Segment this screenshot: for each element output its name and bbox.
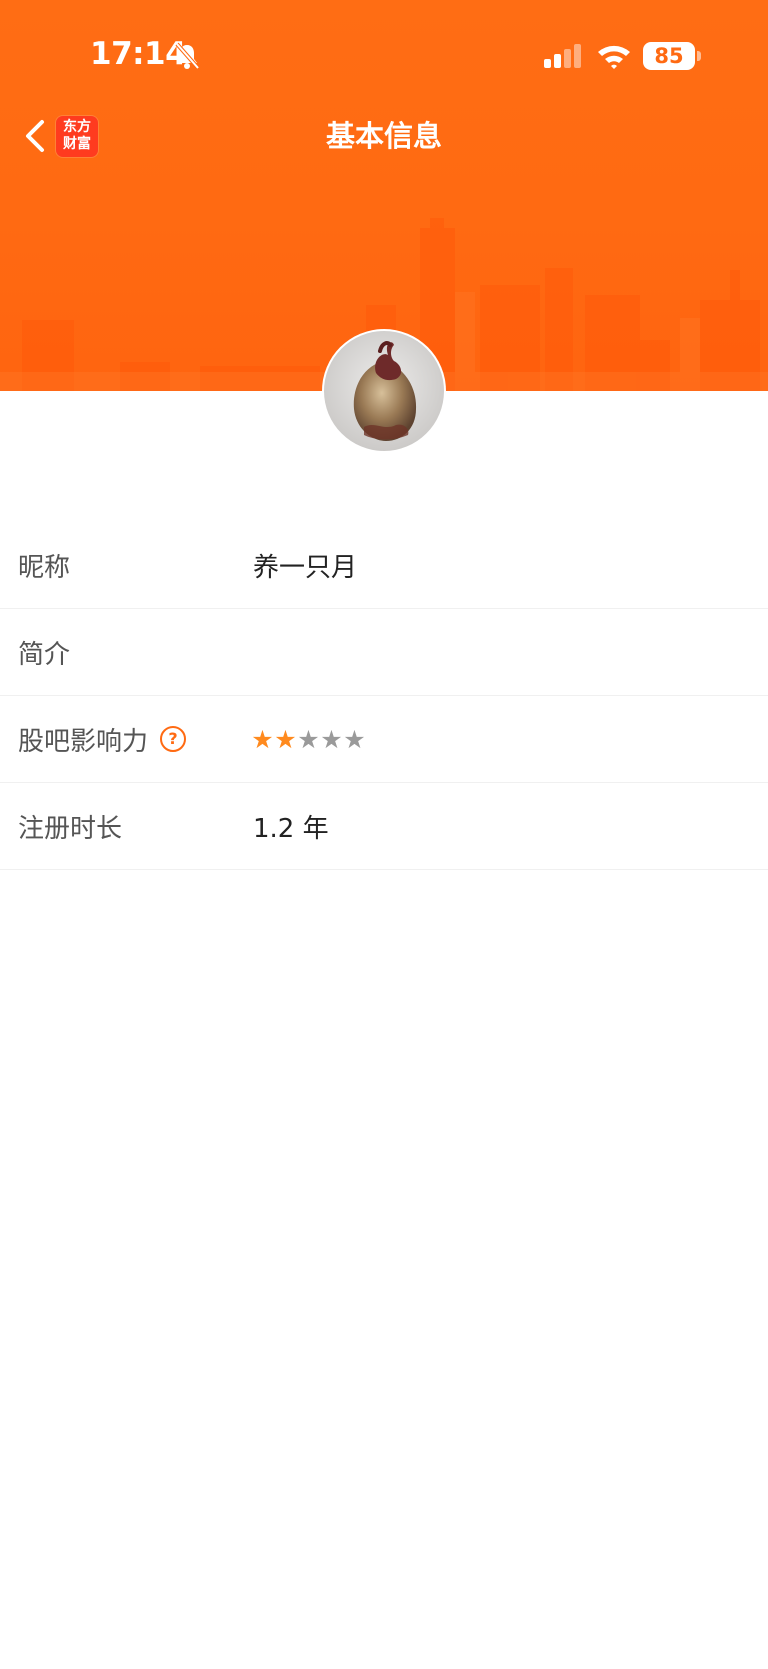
status-time: 17:14 (90, 36, 187, 72)
battery-tip (697, 51, 701, 61)
avatar[interactable] (322, 329, 446, 453)
profile-info-list: 昵称 养一只月 简介 股吧影响力 ? ★ ★ ★ ★ ★ 注册时长 1.2 年 (0, 522, 768, 870)
profile-info-screen: 17:14 85 东方 财富 基本信息 昵称 养一只月 简介 股吧影响力 ? ★… (0, 0, 768, 1669)
battery-indicator: 85 (643, 42, 695, 70)
info-row-bio[interactable]: 简介 (0, 609, 768, 696)
info-row-influence: 股吧影响力 ? ★ ★ ★ ★ ★ (0, 696, 768, 783)
cellular-signal-icon (544, 44, 581, 68)
nickname-value: 养一只月 (253, 552, 358, 583)
bell-muted-icon (175, 42, 200, 70)
registration-value: 1.2 年 (253, 813, 329, 844)
star-empty-icon: ★ (297, 724, 320, 754)
help-icon[interactable]: ? (160, 726, 187, 752)
star-empty-icon: ★ (343, 724, 366, 754)
influence-rating: ★ ★ ★ ★ ★ (251, 727, 366, 752)
star-filled-icon: ★ (251, 724, 274, 754)
info-row-nickname[interactable]: 昵称 养一只月 (0, 522, 768, 609)
info-row-registration: 注册时长 1.2 年 (0, 783, 768, 870)
bio-label: 简介 (18, 639, 71, 670)
influence-label: 股吧影响力 (18, 726, 149, 757)
star-empty-icon: ★ (320, 724, 343, 754)
influence-label-wrap: 股吧影响力 ? (18, 721, 187, 758)
nickname-label: 昵称 (18, 552, 71, 583)
star-filled-icon: ★ (274, 724, 297, 754)
avatar-image (324, 331, 444, 451)
page-title: 基本信息 (325, 119, 442, 153)
registration-label: 注册时长 (18, 813, 123, 844)
status-bar: 17:14 85 (0, 0, 768, 110)
wifi-icon (598, 45, 630, 69)
